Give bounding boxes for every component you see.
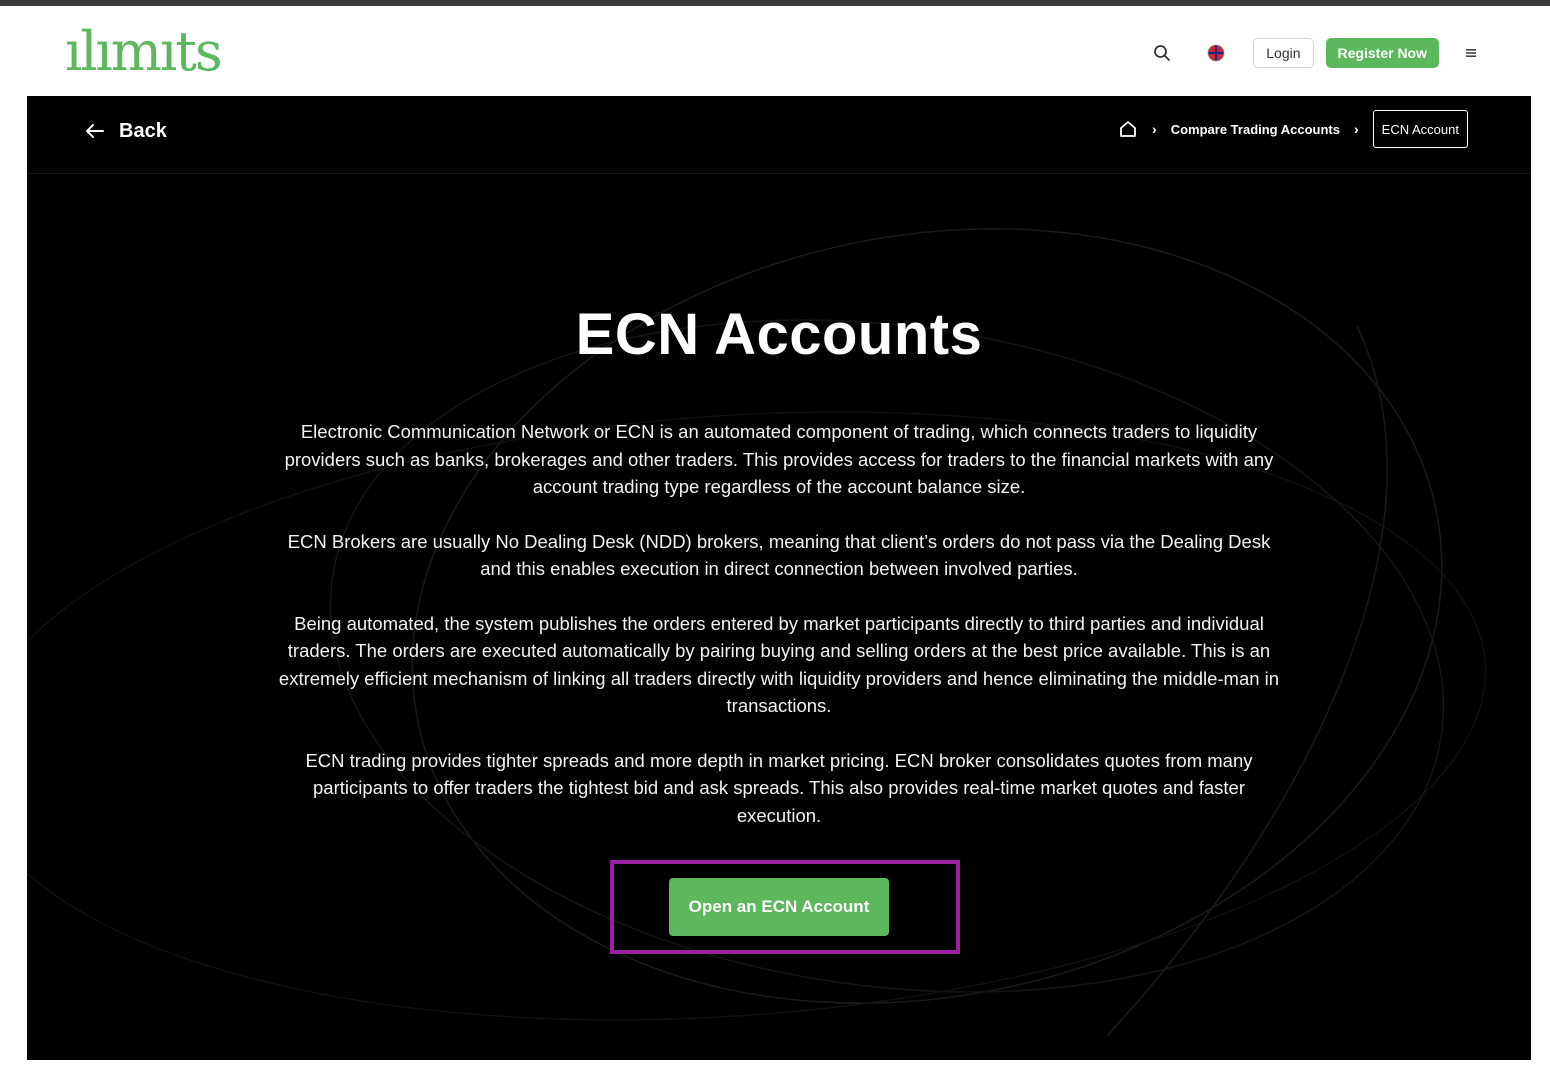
breadcrumb-current-ecn-account[interactable]: ECN Account: [1372, 110, 1468, 148]
search-icon[interactable]: [1147, 38, 1177, 68]
cta-highlight-box: Open an ECN Account: [610, 860, 960, 954]
back-label: Back: [119, 119, 167, 142]
breadcrumb-compare-trading-accounts[interactable]: Compare Trading Accounts: [1171, 122, 1340, 137]
breadcrumb: › Compare Trading Accounts › ECN Account: [1118, 110, 1468, 148]
arrow-left-icon: [86, 124, 104, 138]
chevron-right-icon: ›: [1354, 121, 1359, 137]
hamburger-menu-icon[interactable]: [1461, 38, 1481, 68]
ecn-description: Electronic Communication Network or ECN …: [273, 418, 1285, 856]
paragraph-ndd: ECN Brokers are usually No Dealing Desk …: [287, 530, 1271, 580]
chevron-right-icon: ›: [1152, 121, 1157, 137]
back-link[interactable]: Back: [85, 116, 167, 146]
home-icon[interactable]: [1118, 119, 1138, 139]
header-actions: Login Register Now: [1147, 36, 1481, 70]
login-button[interactable]: Login: [1253, 38, 1314, 68]
language-flag-icon[interactable]: [1201, 38, 1231, 68]
open-ecn-account-button[interactable]: Open an ECN Account: [669, 878, 889, 936]
site-header: ılımıts Login Register Now: [27, 6, 1531, 96]
sub-navigation-bar: Back › Compare Trading Accounts › ECN Ac…: [27, 96, 1531, 174]
page-title: ECN Accounts: [575, 302, 983, 367]
paragraph-spreads: ECN trading provides tighter spreads and…: [305, 749, 1253, 826]
paragraph-automation: Being automated, the system publishes th…: [278, 612, 1280, 717]
ilimits-logo[interactable]: ılımıts: [65, 20, 223, 84]
paragraph-intro: Electronic Communication Network or ECN …: [284, 421, 1274, 497]
register-now-button[interactable]: Register Now: [1325, 38, 1439, 68]
ecn-hero-section: Back › Compare Trading Accounts › ECN Ac…: [27, 96, 1531, 1060]
